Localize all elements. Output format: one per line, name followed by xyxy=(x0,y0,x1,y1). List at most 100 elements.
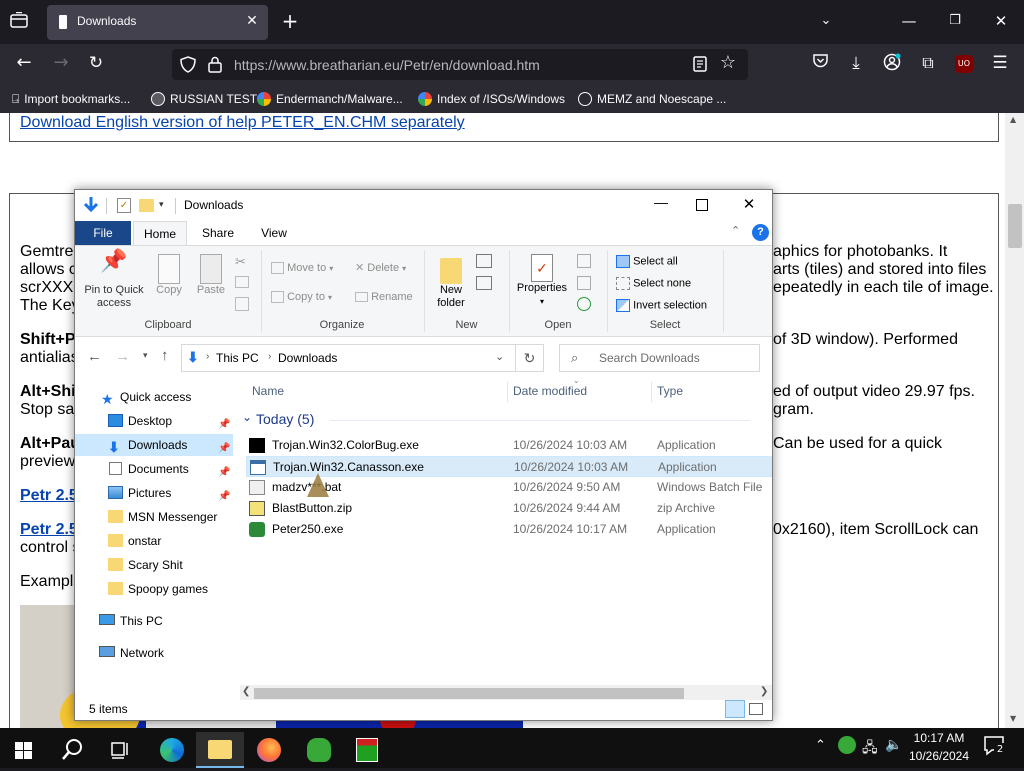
cut-icon[interactable]: ✂ xyxy=(235,254,246,270)
restore-window-icon[interactable]: ❐ xyxy=(944,11,966,31)
nav-network[interactable]: Network xyxy=(75,642,233,664)
task-view-button[interactable] xyxy=(96,732,144,768)
edit-icon[interactable] xyxy=(577,276,591,290)
new-item-icon[interactable] xyxy=(476,254,492,268)
maximize-icon[interactable] xyxy=(696,199,708,211)
tab-file[interactable]: File xyxy=(75,221,131,245)
bookmark-item[interactable]: Index of /ISOs/Windows xyxy=(418,90,565,108)
back-arrow-icon[interactable]: ← xyxy=(87,348,102,365)
ublock-origin-icon[interactable]: UO xyxy=(955,55,973,73)
paste-button[interactable]: Paste xyxy=(193,254,229,297)
delete-button[interactable]: ✕ Delete ▾ xyxy=(355,262,406,275)
tab-list-icon[interactable] xyxy=(8,11,30,32)
breadcrumb-downloads[interactable]: Downloads xyxy=(278,351,337,365)
copy-to-button[interactable]: Copy to ▾ xyxy=(271,291,332,304)
file-row[interactable]: Peter250.exe 10/26/2024 10:17 AM Applica… xyxy=(246,519,772,540)
taskbar-file-explorer[interactable] xyxy=(196,732,244,768)
minimize-icon[interactable]: — xyxy=(651,194,671,210)
large-icons-view-icon[interactable] xyxy=(749,703,763,715)
forward-icon[interactable]: → xyxy=(50,53,72,73)
address-dropdown-icon[interactable]: ⌄ xyxy=(495,350,504,363)
select-none-button[interactable]: Select none xyxy=(616,277,691,290)
open-icon[interactable] xyxy=(577,254,591,268)
page-scroll-thumb[interactable] xyxy=(1008,204,1022,248)
scroll-left-icon[interactable]: ❮ xyxy=(242,686,250,697)
search-box[interactable]: ⌕ Search Downloads xyxy=(559,344,760,372)
group-header[interactable]: ⌄ Today (5) xyxy=(240,410,760,430)
tab-share[interactable]: Share xyxy=(193,221,243,245)
easy-access-icon[interactable] xyxy=(476,276,492,290)
bookmark-item[interactable]: Endermanch/Malware... xyxy=(257,90,403,108)
nav-pictures[interactable]: Pictures 📌 xyxy=(75,482,233,504)
reload-icon[interactable]: ↻ xyxy=(85,53,107,73)
url-text[interactable]: https://www.breatharian.eu/Petr/en/downl… xyxy=(234,57,540,73)
petr-link[interactable]: Petr 2.5 xyxy=(20,521,78,539)
search-button[interactable] xyxy=(48,732,96,768)
nav-quick-access[interactable]: ★ Quick access xyxy=(75,386,233,408)
copy-path-icon[interactable] xyxy=(235,276,249,288)
chevron-down-icon[interactable]: ⌄ xyxy=(815,11,837,31)
bookmark-item[interactable]: ⍈ Import bookmarks... xyxy=(12,90,130,108)
nav-downloads[interactable]: ⬇ Downloads 📌 xyxy=(75,434,233,456)
nav-folder-onstar[interactable]: onstar xyxy=(75,530,233,552)
close-icon[interactable]: ✕ xyxy=(739,195,759,213)
account-icon[interactable] xyxy=(881,53,903,76)
horizontal-scroll-thumb[interactable] xyxy=(254,688,684,699)
nav-desktop[interactable]: Desktop 📌 xyxy=(75,410,233,432)
scroll-down-icon[interactable]: ▼ xyxy=(1010,714,1016,723)
nav-folder-spoopy-games[interactable]: Spoopy games xyxy=(75,578,233,600)
taskbar-firefox[interactable] xyxy=(244,732,292,768)
folder-icon[interactable] xyxy=(139,199,154,212)
address-bar[interactable]: ⬇ › This PC › Downloads ⌄ xyxy=(181,344,516,372)
rename-button[interactable]: Rename xyxy=(355,291,413,304)
bookmark-item[interactable]: MEMZ and Noescape ... xyxy=(578,90,726,108)
clock-date[interactable]: 10/26/2024 xyxy=(908,749,970,763)
pin-to-quick-access-button[interactable]: 📌 Pin to Quick access xyxy=(81,250,147,310)
column-header-name[interactable]: Name xyxy=(252,380,284,402)
collapse-group-icon[interactable]: ⌄ xyxy=(242,410,252,424)
nav-documents[interactable]: Documents 📌 xyxy=(75,458,233,480)
collapse-ribbon-icon[interactable]: ⌃ xyxy=(731,224,740,237)
search-input[interactable]: Search Downloads xyxy=(599,351,700,365)
start-button[interactable] xyxy=(0,732,48,768)
refresh-icon[interactable]: ↻ xyxy=(516,344,544,372)
lock-icon[interactable] xyxy=(208,56,222,76)
extensions-icon[interactable]: ⧉ xyxy=(917,53,939,73)
select-all-button[interactable]: Select all xyxy=(616,255,678,268)
download-help-link[interactable]: Download English version of help PETER_E… xyxy=(20,114,465,132)
breadcrumb-this-pc[interactable]: This PC xyxy=(216,351,259,365)
show-hidden-icons-icon[interactable]: ⌃ xyxy=(815,738,826,753)
network-icon[interactable]: 🖧 xyxy=(862,737,878,761)
shield-icon[interactable] xyxy=(180,56,196,76)
up-arrow-icon[interactable]: ↑ xyxy=(161,347,169,364)
new-folder-button[interactable]: New folder xyxy=(429,254,473,310)
properties-button[interactable]: ✓ Properties ▾ xyxy=(513,254,571,308)
tab-home[interactable]: Home xyxy=(133,221,187,245)
nav-folder-scary-shit[interactable]: Scary Shit xyxy=(75,554,233,576)
file-row[interactable]: BlastButton.zip 10/26/2024 9:44 AM zip A… xyxy=(246,498,772,519)
properties-check-icon[interactable]: ✓ xyxy=(117,198,131,213)
back-icon[interactable]: ← xyxy=(13,53,35,73)
forward-arrow-icon[interactable]: → xyxy=(115,348,130,365)
minimize-window-icon[interactable]: — xyxy=(898,11,920,31)
downloads-icon[interactable]: ⤓ xyxy=(845,53,867,73)
customize-toolbar-icon[interactable]: ▾ xyxy=(159,199,164,210)
details-view-icon[interactable] xyxy=(725,700,745,718)
tab-view[interactable]: View xyxy=(249,221,299,245)
volume-icon[interactable]: 🔈 xyxy=(885,737,902,753)
help-icon[interactable]: ? xyxy=(752,224,769,241)
copy-button[interactable]: Copy xyxy=(151,254,187,297)
nav-folder-msn-messenger[interactable]: MSN Messenger xyxy=(75,506,233,528)
reader-view-icon[interactable] xyxy=(693,56,707,75)
nav-this-pc[interactable]: This PC xyxy=(75,610,233,632)
close-tab-icon[interactable]: ✕ xyxy=(242,11,262,31)
taskbar-edge[interactable] xyxy=(146,732,194,768)
taskbar-msn-messenger[interactable] xyxy=(294,732,342,768)
taskbar-peter-app[interactable] xyxy=(342,732,390,768)
new-tab-icon[interactable]: + xyxy=(279,11,301,31)
quick-access-down-icon[interactable] xyxy=(83,196,99,217)
people-icon[interactable] xyxy=(838,736,856,754)
browser-tab[interactable]: Downloads ✕ xyxy=(47,5,268,40)
bookmark-item[interactable]: RUSSIAN TEST xyxy=(151,90,257,108)
clock-time[interactable]: 10:17 AM xyxy=(908,731,970,745)
